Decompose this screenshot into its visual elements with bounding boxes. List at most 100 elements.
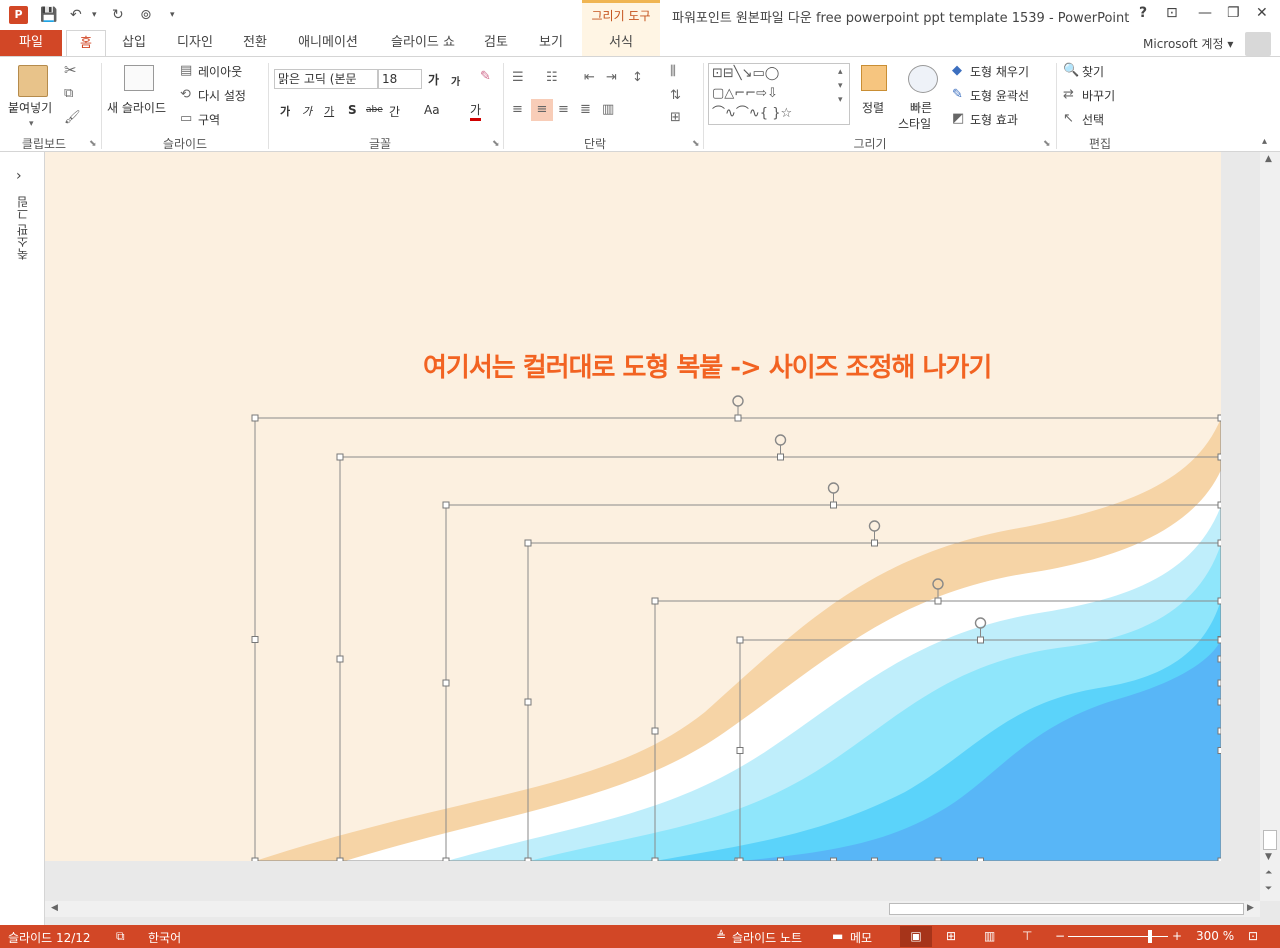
tab-design[interactable]: 디자인 <box>168 30 222 56</box>
tab-view[interactable]: 보기 <box>530 30 572 56</box>
select-icon[interactable]: ↖ <box>1063 112 1074 126</box>
rect-shape-icon[interactable]: ▢△⌐⌐⇨⇩ <box>712 86 778 101</box>
increase-indent-icon[interactable]: ⇥ <box>606 71 617 85</box>
scroll-down-icon[interactable]: ▼ <box>1265 852 1272 862</box>
slide-annotation-text[interactable]: 여기서는 컬러대로 도형 복붙 -> 사이즈 조정해 나가기 <box>423 347 992 384</box>
slide-canvas[interactable]: 여기서는 컬러대로 도형 복붙 -> 사이즈 조정해 나가기 <box>45 152 1221 861</box>
strikethrough-button[interactable]: abe <box>366 105 383 115</box>
zoom-in-icon[interactable]: + <box>1172 929 1182 943</box>
shape-effects-button[interactable]: 도형 효과 <box>970 111 1018 128</box>
restore-button[interactable]: ❐ <box>1227 5 1240 21</box>
justify-icon[interactable]: ≣ <box>580 103 591 117</box>
paste-button[interactable]: 붙여넣기 <box>8 99 52 116</box>
user-avatar[interactable] <box>1245 32 1271 56</box>
font-launcher-icon[interactable]: ⬊ <box>492 139 500 149</box>
layout-button[interactable]: 레이아웃 <box>198 63 242 80</box>
tab-format[interactable]: 서식 <box>582 30 660 56</box>
tab-animations[interactable]: 애니메이션 <box>288 30 368 56</box>
reset-icon[interactable]: ⟲ <box>180 88 191 102</box>
spellcheck-icon[interactable]: ⧉ <box>116 929 125 944</box>
font-color-button[interactable]: 가 <box>470 101 482 121</box>
new-slide-button[interactable]: 새 슬라이드 <box>107 99 166 116</box>
align-left-icon[interactable]: ≡ <box>512 103 523 117</box>
scroll-left-icon[interactable]: ◀ <box>51 903 58 913</box>
find-button[interactable]: 찾기 <box>1082 63 1104 80</box>
replace-icon[interactable]: ⇄ <box>1063 88 1074 102</box>
thumbnail-panel-collapsed[interactable]: › 축소판 그림 <box>0 152 45 925</box>
italic-button[interactable]: 가 <box>302 103 312 119</box>
quick-styles-button[interactable]: 빠른 <box>910 99 932 116</box>
normal-view-icon[interactable]: ▣ <box>900 926 932 947</box>
zoom-slider[interactable] <box>1068 936 1168 937</box>
slideshow-view-icon[interactable]: ⊤ <box>1022 929 1032 943</box>
save-icon[interactable]: 💾 <box>40 6 57 24</box>
line-spacing-icon[interactable]: ↕ <box>632 71 643 85</box>
scroll-up-icon[interactable]: ▲ <box>1265 154 1272 164</box>
copy-icon[interactable]: ⧉ <box>64 87 73 101</box>
bold-button[interactable]: 가 <box>280 103 290 119</box>
arrange-icon[interactable] <box>861 65 887 91</box>
hscroll-thumb[interactable] <box>889 903 1244 915</box>
collapse-ribbon-icon[interactable]: ▴ <box>1262 135 1267 149</box>
font-name-combo[interactable]: 맑은 고딕 (본문 <box>274 69 378 89</box>
paragraph-launcher-icon[interactable]: ⬊ <box>692 139 700 149</box>
account-button[interactable]: Microsoft 계정 ▾ <box>1143 35 1233 52</box>
columns-icon[interactable]: ⫼ <box>670 65 676 79</box>
quick-styles-icon[interactable] <box>908 65 938 93</box>
help-button[interactable]: ? <box>1139 5 1147 21</box>
bullets-icon[interactable]: ☰ <box>512 71 524 85</box>
format-painter-icon[interactable]: 🖌 <box>64 111 81 125</box>
shape-outline-button[interactable]: 도형 윤곽선 <box>970 87 1029 104</box>
section-icon[interactable]: ▭ <box>180 112 192 126</box>
arrange-button[interactable]: 정렬 <box>862 99 884 116</box>
distributed-icon[interactable]: ▥ <box>602 103 614 117</box>
zoom-slider-thumb[interactable] <box>1148 930 1152 943</box>
shape-outline-icon[interactable]: ✎ <box>952 88 963 102</box>
replace-button[interactable]: 바꾸기 <box>1082 87 1115 104</box>
notes-button[interactable]: 슬라이드 노트 <box>732 929 802 946</box>
paste-icon[interactable] <box>18 65 48 97</box>
clipboard-launcher-icon[interactable]: ⬊ <box>89 139 97 149</box>
minimize-button[interactable]: — <box>1198 5 1212 21</box>
shadow-button[interactable]: S <box>348 103 357 117</box>
new-slide-icon[interactable] <box>124 65 154 91</box>
scroll-right-icon[interactable]: ▶ <box>1247 903 1254 913</box>
cut-icon[interactable]: ✂ <box>64 63 77 78</box>
find-icon[interactable]: 🔍 <box>1063 64 1079 78</box>
decrease-indent-icon[interactable]: ⇤ <box>584 71 595 85</box>
scroll-thumb[interactable] <box>1263 830 1277 850</box>
layout-icon[interactable]: ▤ <box>180 64 192 78</box>
language-indicator[interactable]: 한국어 <box>148 929 181 946</box>
drawing-launcher-icon[interactable]: ⬊ <box>1043 139 1051 149</box>
tab-insert[interactable]: 삽입 <box>112 30 156 56</box>
shapes-gallery[interactable]: ⊡⊟╲↘▭◯ ▢△⌐⌐⇨⇩ ⌒∿⌒∿{ }☆ <box>708 63 850 125</box>
textbox-shape-icon[interactable]: ⊡⊟╲↘▭◯ <box>712 66 779 81</box>
redo-icon[interactable]: ↻ <box>112 6 124 24</box>
undo-icon[interactable]: ↶ <box>70 6 82 24</box>
grow-font-button[interactable]: 가 <box>428 71 439 88</box>
reading-view-icon[interactable]: ▥ <box>984 929 995 943</box>
slide-sorter-icon[interactable]: ⊞ <box>946 929 956 943</box>
customize-toolbar-icon[interactable]: ▾ <box>170 6 175 24</box>
font-size-combo[interactable]: 18 <box>378 69 422 89</box>
tab-file[interactable]: 파일 <box>0 30 62 56</box>
vertical-scrollbar[interactable]: ▲ ▼ ⏶ ⏷ <box>1260 152 1280 901</box>
prev-slide-icon[interactable]: ⏶ <box>1265 868 1272 878</box>
fit-to-window-icon[interactable]: ⊡ <box>1248 929 1258 943</box>
close-button[interactable]: ✕ <box>1256 5 1268 21</box>
zoom-out-icon[interactable]: − <box>1055 929 1065 943</box>
horizontal-scrollbar[interactable]: ◀ ▶ <box>45 901 1260 917</box>
expand-thumbnails-icon[interactable]: › <box>16 168 22 184</box>
zoom-level[interactable]: 300 % <box>1196 929 1234 943</box>
shape-effects-icon[interactable]: ◩ <box>952 112 964 126</box>
shape-fill-button[interactable]: 도형 채우기 <box>970 63 1029 80</box>
comments-button[interactable]: 메모 <box>850 929 872 946</box>
tab-review[interactable]: 검토 <box>476 30 516 56</box>
tab-transitions[interactable]: 전환 <box>234 30 276 56</box>
quick-styles-button-line2[interactable]: 스타일 <box>898 115 931 132</box>
tab-slideshow[interactable]: 슬라이드 쇼 <box>380 30 466 56</box>
paste-dropdown-icon[interactable]: ▾ <box>29 117 34 131</box>
comments-icon[interactable]: ▬ <box>832 929 843 943</box>
ribbon-display-icon[interactable]: ⊡ <box>1166 5 1178 21</box>
align-text-icon[interactable]: ⊞ <box>670 111 681 125</box>
